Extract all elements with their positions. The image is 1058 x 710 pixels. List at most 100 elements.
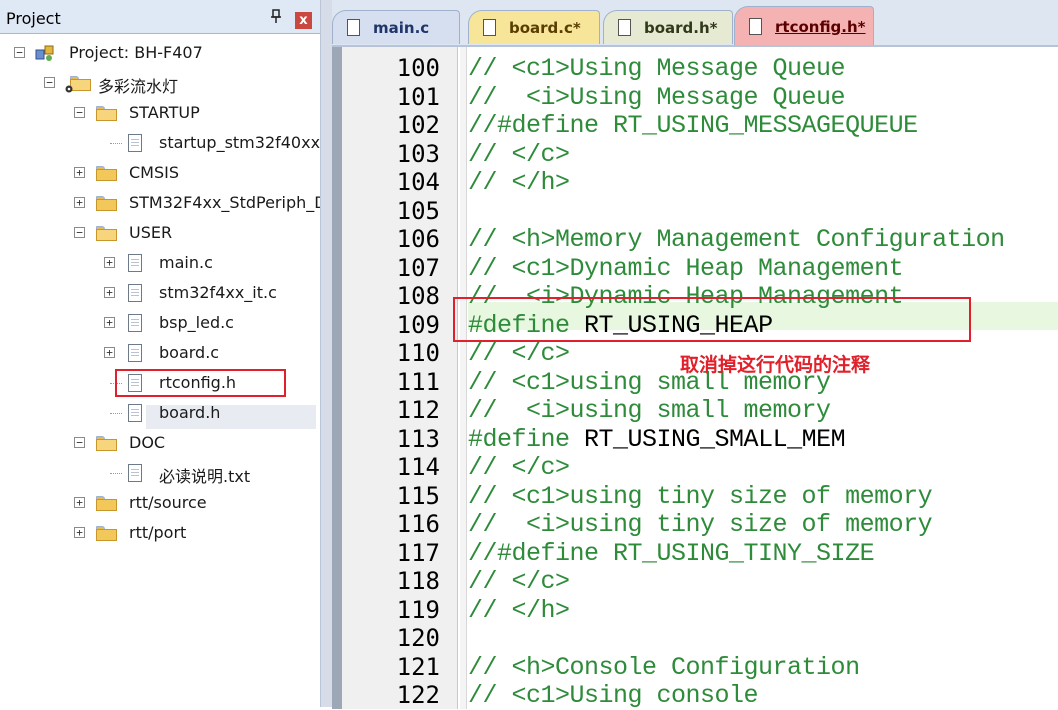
tree-file--txt[interactable]: 必读说明.txt: [0, 460, 320, 486]
expand-toggle-icon[interactable]: +: [104, 317, 115, 328]
close-icon[interactable]: x: [295, 12, 312, 29]
code-line[interactable]: 114 // </c>: [332, 452, 1058, 482]
line-number: 111: [396, 367, 440, 396]
tab-main-c[interactable]: main.c: [332, 10, 460, 44]
line-text: // <h>Memory Management Configuration: [468, 225, 1005, 254]
tree-file-startup-stm32f40xx-[interactable]: startup_stm32f40xx.: [0, 130, 320, 156]
tree-guide: [110, 413, 122, 414]
line-number: 105: [396, 196, 440, 225]
expand-toggle-icon[interactable]: −: [74, 437, 85, 448]
tree-group-rtt-source[interactable]: + rtt/source: [0, 490, 320, 516]
tab-board-c[interactable]: board.c*: [468, 10, 600, 44]
code-line[interactable]: 120: [332, 623, 1058, 652]
panel-splitter[interactable]: [320, 0, 332, 707]
tab-board-h[interactable]: board.h*: [603, 10, 733, 44]
code-line[interactable]: 100 // <c1>Using Message Queue: [332, 53, 1058, 83]
expand-toggle-icon[interactable]: −: [74, 107, 85, 118]
line-text: // </h>: [468, 168, 570, 197]
code-line[interactable]: 102 //#define RT_USING_MESSAGEQUEUE: [332, 110, 1058, 140]
tree-file-board-c[interactable]: + board.c: [0, 340, 320, 366]
code-line[interactable]: 115 // <c1>using tiny size of memory: [332, 481, 1058, 511]
tree-group-doc[interactable]: − DOC: [0, 430, 320, 456]
expand-toggle-icon[interactable]: +: [74, 167, 85, 178]
tab-rtconfig-h[interactable]: rtconfig.h*: [734, 6, 874, 45]
tree-project[interactable]: − Project: BH-F407: [0, 40, 320, 66]
tree-group-rtt-port[interactable]: + rtt/port: [0, 520, 320, 546]
code-line[interactable]: 121 // <h>Console Configuration: [332, 652, 1058, 682]
file-icon: [618, 19, 631, 36]
line-number: 103: [396, 139, 440, 168]
tree-file-stm32f4xx-it-c-label: stm32f4xx_it.c: [159, 283, 277, 302]
code-line[interactable]: 122 // <c1>Using console: [332, 680, 1058, 710]
line-text: // </c>: [468, 453, 570, 482]
expand-toggle-icon[interactable]: +: [104, 347, 115, 358]
code-line[interactable]: 112 // <i>using small memory: [332, 395, 1058, 425]
tree-group-stm32f4xx-stdperiph-d[interactable]: + STM32F4xx_StdPeriph_D: [0, 190, 320, 216]
tree-file-board-h-label: board.h: [159, 403, 221, 422]
tree-group-rtt-port-label: rtt/port: [129, 523, 187, 542]
code-line[interactable]: 107 // <c1>Dynamic Heap Management: [332, 253, 1058, 283]
expand-toggle-icon[interactable]: −: [44, 77, 55, 88]
panel-title: Project: [6, 9, 61, 28]
line-text: // <i>using tiny size of memory: [468, 510, 933, 539]
tree-group-cmsis[interactable]: + CMSIS: [0, 160, 320, 186]
file-icon: [749, 18, 762, 35]
expand-toggle-icon[interactable]: +: [74, 497, 85, 508]
line-number: 118: [396, 567, 440, 595]
tree-group-cmsis-label: CMSIS: [129, 163, 180, 182]
expand-toggle-icon[interactable]: +: [74, 527, 85, 538]
project-icon: [34, 43, 56, 67]
tree-group-startup-label: STARTUP: [129, 103, 200, 122]
expand-toggle-icon[interactable]: −: [14, 47, 25, 58]
code-line[interactable]: 103 // </c>: [332, 139, 1058, 169]
file-icon: [128, 314, 142, 332]
line-text: // <c1>Dynamic Heap Management: [468, 253, 904, 283]
code-line[interactable]: 117 //#define RT_USING_TINY_SIZE: [332, 538, 1058, 568]
code-line[interactable]: 113 #define RT_USING_SMALL_MEM: [332, 424, 1058, 454]
line-number: 113: [396, 424, 440, 453]
rtconfig-highlight-box: [115, 369, 286, 397]
tree-file-startup-stm32f40xx--label: startup_stm32f40xx.: [159, 133, 320, 152]
tree-file-main-c[interactable]: + main.c: [0, 250, 320, 276]
line-number: 121: [396, 652, 440, 681]
expand-toggle-icon[interactable]: +: [104, 287, 115, 298]
line-number: 106: [396, 225, 440, 253]
line-number: 119: [396, 595, 440, 624]
tree-file-stm32f4xx-it-c[interactable]: + stm32f4xx_it.c: [0, 280, 320, 306]
line-text: // </c>: [468, 567, 570, 596]
line-text: // <c1>using tiny size of memory: [468, 481, 933, 511]
tree-target[interactable]: − 多彩流水灯: [0, 70, 320, 96]
folder-icon: [96, 526, 117, 541]
tree-file-board-h[interactable]: board.h: [0, 400, 320, 426]
code-line[interactable]: 105: [332, 196, 1058, 225]
line-number: 101: [396, 82, 440, 111]
file-icon: [347, 19, 360, 36]
tree-guide: [110, 473, 122, 474]
tree-file-bsp-led-c[interactable]: + bsp_led.c: [0, 310, 320, 336]
tree-file-board-c-label: board.c: [159, 343, 220, 362]
tree-file-bsp-led-c-label: bsp_led.c: [159, 313, 234, 332]
code-line[interactable]: 119 // </h>: [332, 595, 1058, 625]
file-icon: [128, 284, 142, 302]
line-number: 115: [396, 481, 440, 510]
tree-group-user[interactable]: − USER: [0, 220, 320, 246]
file-icon: [128, 254, 142, 272]
line-text: //#define RT_USING_MESSAGEQUEUE: [468, 111, 918, 140]
code-line[interactable]: 101 // <i>Using Message Queue: [332, 82, 1058, 112]
tree-group-startup[interactable]: − STARTUP: [0, 100, 320, 126]
expand-toggle-icon[interactable]: +: [74, 197, 85, 208]
code-line[interactable]: 116 // <i>using tiny size of memory: [332, 509, 1058, 539]
tab-label: board.c*: [509, 19, 581, 37]
expand-toggle-icon[interactable]: −: [74, 227, 85, 238]
tab-label: board.h*: [644, 19, 718, 37]
code-line[interactable]: 118 // </c>: [332, 566, 1058, 596]
line-number: 110: [396, 339, 440, 367]
folder-icon: [96, 196, 117, 211]
tree-project-label: Project: BH-F407: [69, 43, 203, 62]
expand-toggle-icon[interactable]: +: [104, 257, 115, 268]
code-line[interactable]: 104 // </h>: [332, 167, 1058, 197]
folder-icon: [96, 166, 117, 181]
code-line[interactable]: 106 // <h>Memory Management Configuration: [332, 224, 1058, 254]
tab-label: main.c: [373, 19, 430, 37]
pin-icon[interactable]: [268, 8, 284, 24]
